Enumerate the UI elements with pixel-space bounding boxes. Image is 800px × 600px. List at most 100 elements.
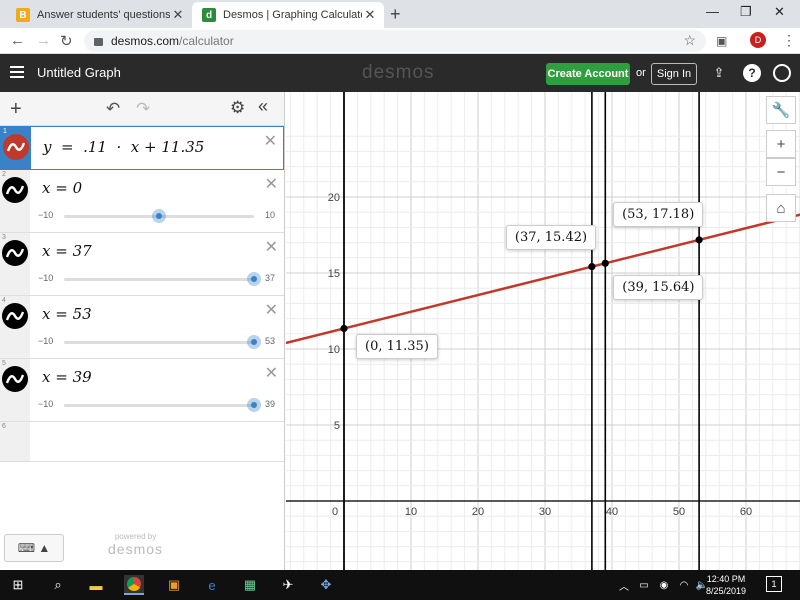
point-label[interactable]: (0, 11.35) bbox=[356, 334, 438, 360]
file-explorer-icon[interactable]: ▬ bbox=[86, 575, 106, 595]
expression-formula[interactable]: y = .11 · x + 11.35 bbox=[43, 138, 204, 156]
minimize-icon[interactable]: — bbox=[706, 4, 719, 19]
graph-canvas[interactable]: 0 10 20 30 40 50 60 5 10 15 20 bbox=[286, 92, 800, 570]
slider-min[interactable]: −10 bbox=[38, 336, 53, 346]
slider-track[interactable] bbox=[64, 404, 254, 407]
default-viewport-home-icon[interactable]: ⌂ bbox=[766, 194, 796, 222]
collapse-panel-icon[interactable]: « bbox=[258, 96, 268, 117]
windows-start-icon[interactable]: ⊞ bbox=[8, 575, 28, 595]
expression-row[interactable]: 4 x = 53 ✕ −10 53 bbox=[0, 296, 284, 359]
bookmark-star-icon[interactable]: ☆ bbox=[683, 32, 696, 49]
expression-color-icon[interactable] bbox=[2, 177, 28, 203]
expression-color-icon[interactable] bbox=[2, 366, 28, 392]
slider-min[interactable]: −10 bbox=[38, 399, 53, 409]
slider-handle[interactable] bbox=[247, 335, 261, 349]
keypad-toggle-button[interactable]: ⌨ ▲ bbox=[4, 534, 64, 562]
x-tick-label: 60 bbox=[740, 506, 752, 518]
restore-icon[interactable]: ❐ bbox=[740, 4, 752, 20]
share-icon[interactable]: ⇪ bbox=[710, 64, 728, 82]
add-item-icon[interactable]: + bbox=[10, 98, 22, 121]
notification-center-icon[interactable]: 1 bbox=[766, 576, 782, 592]
profile-avatar[interactable]: D bbox=[750, 32, 766, 48]
tray-app-icon-2[interactable]: ◉ bbox=[654, 575, 674, 595]
expression-formula[interactable]: x = 37 bbox=[42, 242, 92, 260]
expression-row[interactable]: 1 y = .11 · x + 11.35 ✕ bbox=[0, 126, 284, 170]
slider-max[interactable]: 53 bbox=[265, 336, 275, 346]
browser-menu-icon[interactable]: ⋮ bbox=[782, 32, 796, 49]
expression-slider[interactable]: −10 39 bbox=[38, 397, 278, 413]
slider-handle[interactable] bbox=[247, 272, 261, 286]
expression-gutter: 3 bbox=[0, 233, 30, 295]
point-label[interactable]: (39, 15.64) bbox=[613, 275, 704, 301]
expression-formula[interactable]: x = 39 bbox=[42, 368, 92, 386]
language-globe-icon[interactable] bbox=[773, 64, 791, 82]
expression-color-icon[interactable] bbox=[2, 303, 28, 329]
slider-handle[interactable] bbox=[247, 398, 261, 412]
expression-panel: + ↶ ↷ ⚙ « 1 y = .11 · x + 11.35 ✕ 2 x = 0 ✕ −1… bbox=[0, 92, 285, 570]
graph-paper[interactable]: 0 10 20 30 40 50 60 5 10 15 20 (0, 11.35) (37, 15.4… bbox=[286, 92, 800, 570]
expression-row[interactable]: 2 x = 0 ✕ −10 10 bbox=[0, 170, 284, 233]
edge-icon[interactable]: e bbox=[202, 575, 222, 595]
expression-slider[interactable]: −10 37 bbox=[38, 271, 278, 287]
search-icon[interactable]: ⌕ bbox=[48, 575, 68, 595]
expression-row[interactable]: 3 x = 37 ✕ −10 37 bbox=[0, 233, 284, 296]
slider-max[interactable]: 37 bbox=[265, 273, 275, 283]
app-icon-3[interactable]: ✥ bbox=[316, 575, 336, 595]
slider-track[interactable] bbox=[64, 278, 254, 281]
delete-expression-icon[interactable]: ✕ bbox=[265, 300, 278, 320]
slider-min[interactable]: −10 bbox=[38, 273, 53, 283]
slider-handle[interactable] bbox=[152, 209, 166, 223]
chrome-icon[interactable] bbox=[124, 575, 144, 595]
slider-track[interactable] bbox=[64, 341, 254, 344]
redo-icon[interactable]: ↷ bbox=[136, 99, 150, 119]
slider-min[interactable]: −10 bbox=[38, 210, 53, 220]
graph-title[interactable]: Untitled Graph bbox=[37, 65, 121, 80]
expression-row[interactable]: 6 bbox=[0, 422, 284, 462]
expression-color-icon[interactable] bbox=[3, 134, 29, 160]
create-account-button[interactable]: Create Account bbox=[546, 63, 630, 85]
delete-expression-icon[interactable]: ✕ bbox=[265, 363, 278, 383]
app-icon[interactable]: ▣ bbox=[164, 575, 184, 595]
tray-app-icon[interactable]: ▭ bbox=[634, 575, 654, 595]
tray-chevron-icon[interactable]: ︿ bbox=[614, 575, 634, 595]
extension-icon[interactable]: ▣ bbox=[716, 34, 727, 48]
zoom-out-button[interactable]: − bbox=[766, 158, 796, 186]
settings-gear-icon[interactable]: ⚙ bbox=[230, 98, 245, 118]
expression-formula[interactable]: x = 53 bbox=[42, 305, 92, 323]
delete-expression-icon[interactable]: ✕ bbox=[264, 131, 277, 151]
tab-brainly[interactable]: B Answer students' questions and ✕ bbox=[6, 2, 192, 28]
app-icon-2[interactable]: ✈ bbox=[278, 575, 298, 595]
expression-color-icon[interactable] bbox=[2, 240, 28, 266]
expression-index: 6 bbox=[2, 423, 6, 430]
close-window-icon[interactable]: ✕ bbox=[774, 4, 785, 20]
point-label[interactable]: (37, 15.42) bbox=[505, 224, 597, 250]
delete-expression-icon[interactable]: ✕ bbox=[265, 174, 278, 194]
point-label[interactable]: (53, 17.18) bbox=[613, 201, 704, 227]
sign-in-button[interactable]: Sign In bbox=[651, 63, 697, 85]
expression-slider[interactable]: −10 10 bbox=[38, 208, 278, 224]
forward-icon[interactable]: → bbox=[36, 32, 51, 49]
undo-icon[interactable]: ↶ bbox=[106, 99, 120, 119]
expression-row[interactable]: 5 x = 39 ✕ −10 39 bbox=[0, 359, 284, 422]
close-tab-icon[interactable]: ✕ bbox=[362, 7, 378, 23]
delete-expression-icon[interactable]: ✕ bbox=[265, 237, 278, 257]
slider-max[interactable]: 39 bbox=[265, 399, 275, 409]
reload-icon[interactable]: ↻ bbox=[60, 32, 73, 50]
system-clock[interactable]: 12:40 PM 8/25/2019 bbox=[706, 573, 746, 597]
help-icon[interactable]: ? bbox=[743, 64, 761, 82]
wifi-icon[interactable]: ◠ bbox=[674, 575, 694, 595]
expression-slider[interactable]: −10 53 bbox=[38, 334, 278, 350]
close-tab-icon[interactable]: ✕ bbox=[170, 7, 186, 23]
back-icon[interactable]: ← bbox=[10, 32, 25, 49]
url-input[interactable]: desmos.com/calculator ☆ bbox=[84, 30, 706, 52]
x-tick-label: 0 bbox=[332, 506, 338, 518]
expression-gutter: 6 bbox=[0, 422, 30, 461]
hamburger-menu-icon[interactable] bbox=[10, 66, 24, 78]
graph-settings-wrench-icon[interactable]: 🔧 bbox=[766, 96, 796, 124]
zoom-in-button[interactable]: + bbox=[766, 130, 796, 158]
slider-max[interactable]: 10 bbox=[265, 210, 275, 220]
tab-desmos[interactable]: d Desmos | Graphing Calculator ✕ bbox=[192, 2, 384, 28]
new-tab-button[interactable]: + bbox=[390, 4, 401, 25]
store-icon[interactable]: ▦ bbox=[240, 575, 260, 595]
expression-formula[interactable]: x = 0 bbox=[42, 179, 82, 197]
